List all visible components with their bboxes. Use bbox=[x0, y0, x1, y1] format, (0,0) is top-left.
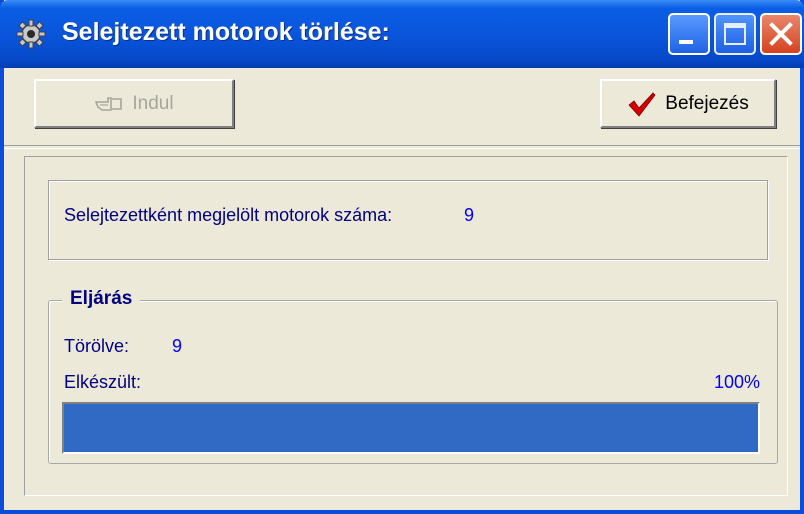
marked-count-label: Selejtezettként megjelölt motorok száma: bbox=[64, 205, 393, 225]
start-button-label: Indul bbox=[132, 92, 174, 114]
completed-percent: 100% bbox=[713, 372, 760, 392]
toolbar-separator bbox=[4, 145, 800, 149]
window-title: Selejtezett motorok törlése: bbox=[62, 18, 390, 46]
checkmark-icon bbox=[627, 91, 657, 117]
close-button[interactable] bbox=[760, 13, 802, 55]
hand-pointer-icon bbox=[94, 94, 124, 114]
deleted-value: 9 bbox=[172, 336, 183, 356]
finish-button[interactable]: Befejezés bbox=[600, 79, 776, 128]
title-bar[interactable]: Selejtezett motorok törlése: bbox=[0, 0, 804, 68]
gear-icon bbox=[16, 19, 46, 49]
completed-label: Elkészült: bbox=[64, 372, 142, 392]
process-group-title: Eljárás bbox=[62, 288, 141, 310]
maximize-button[interactable] bbox=[714, 13, 756, 55]
maximize-icon bbox=[724, 23, 746, 45]
close-icon bbox=[769, 22, 793, 46]
progress-fill bbox=[64, 404, 758, 452]
minimize-button[interactable] bbox=[668, 13, 710, 55]
start-button[interactable]: Indul bbox=[34, 79, 234, 128]
progress-bar bbox=[62, 402, 760, 454]
marked-count-value: 9 bbox=[464, 205, 475, 225]
finish-button-label: Befejezés bbox=[665, 92, 749, 114]
minimize-icon bbox=[679, 40, 693, 44]
deleted-label: Törölve: bbox=[64, 336, 130, 356]
